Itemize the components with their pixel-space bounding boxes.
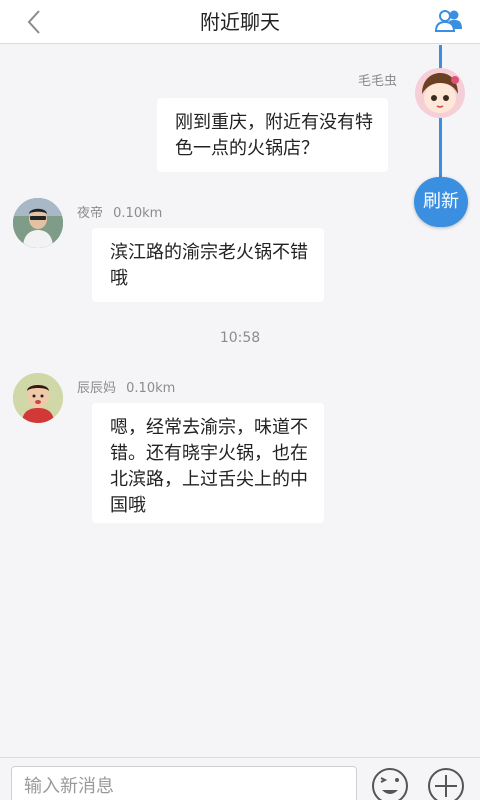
page-title: 附近聊天 — [200, 10, 280, 34]
sender-name: 毛毛虫 — [358, 74, 398, 89]
avatar[interactable] — [13, 373, 63, 423]
top-nav-bar: 附近聊天 — [0, 0, 480, 44]
message-text-line: 色一点的火锅店？ — [175, 138, 319, 159]
message-input[interactable] — [11, 766, 357, 800]
message-timestamp: 10:58 — [219, 330, 261, 346]
message-text-line: 刚到重庆，附近有没有特 — [175, 112, 373, 133]
avatar[interactable] — [415, 68, 465, 118]
message-text-line: 国哦 — [110, 495, 146, 516]
sender-name: 辰辰妈 0.10km — [77, 377, 175, 396]
message-text-line: 滨江路的渝宗老火锅不错 — [110, 242, 308, 263]
contacts-button[interactable] — [432, 4, 466, 38]
message-text-line: 错。还有晓宇火锅，也在 — [110, 443, 308, 464]
contacts-icon — [434, 10, 462, 32]
message-bubble[interactable]: 嗯，经常去渝宗，味道不 错。还有晓宇火锅，也在 北滨路，上过舌尖上的中 国哦 — [92, 403, 324, 523]
sender-name: 夜帝 0.10km — [77, 202, 162, 221]
more-button[interactable] — [426, 766, 466, 800]
emoji-icon — [372, 768, 408, 800]
avatar[interactable] — [13, 198, 63, 248]
composer-bar — [0, 757, 480, 800]
sender-distance: 0.10km — [126, 381, 176, 396]
refresh-button[interactable]: 刷新 — [414, 177, 468, 227]
message-bubble[interactable]: 滨江路的渝宗老火锅不错 哦 — [92, 228, 324, 302]
sender-nickname: 夜帝 — [77, 206, 104, 221]
message-text-line: 哦 — [110, 268, 128, 289]
emoji-button[interactable] — [370, 766, 410, 800]
message-bubble[interactable]: 刚到重庆，附近有没有特 色一点的火锅店？ — [157, 98, 388, 172]
message-text-line: 嗯，经常去渝宗，味道不 — [110, 417, 308, 438]
sender-distance: 0.10km — [113, 206, 163, 221]
sender-nickname: 辰辰妈 — [77, 381, 117, 396]
message-text-line: 北滨路，上过舌尖上的中 — [110, 469, 308, 490]
plus-circle-icon — [428, 768, 464, 800]
